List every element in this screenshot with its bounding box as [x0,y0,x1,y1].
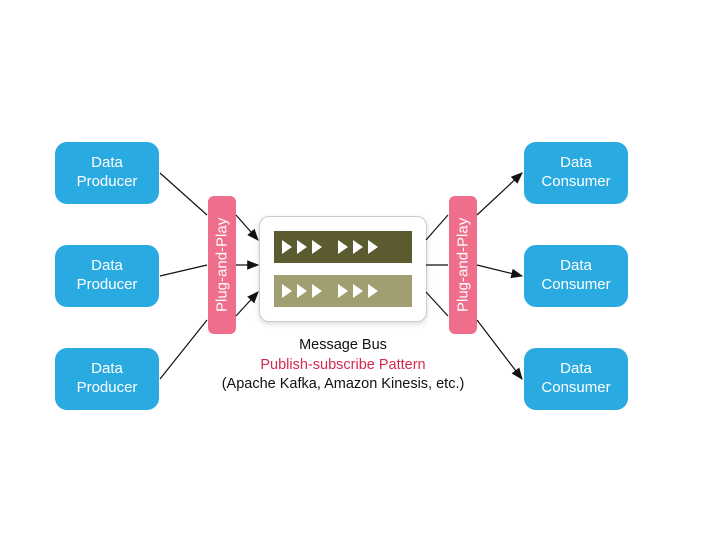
data-consumer-box: Data Consumer [524,245,628,307]
label: Plug-and-Play [455,218,472,312]
label: Data Producer [77,154,138,192]
plug-and-play-left: Plug-and-Play [208,196,236,334]
caption-line1: Message Bus [213,336,473,356]
play-icon [297,284,307,298]
caption-line3: (Apache Kafka, Amazon Kinesis, etc.) [213,375,473,395]
data-producer-box: Data Producer [55,142,159,204]
play-icon [338,240,348,254]
play-icon [297,240,307,254]
plug-and-play-right: Plug-and-Play [449,196,477,334]
data-consumer-box: Data Consumer [524,348,628,410]
play-icon [368,240,378,254]
play-icon [353,284,363,298]
play-icon [338,284,348,298]
message-queue-2 [274,275,412,307]
caption-line2: Publish-subscribe Pattern [213,356,473,376]
label: Plug-and-Play [214,218,231,312]
message-bus [259,216,427,322]
play-icon [353,240,363,254]
label: Data Consumer [541,154,610,192]
label: Data Consumer [541,360,610,398]
play-icon [282,284,292,298]
data-consumer-box: Data Consumer [524,142,628,204]
data-producer-box: Data Producer [55,245,159,307]
play-icon [312,284,322,298]
data-producer-box: Data Producer [55,348,159,410]
label: Data Producer [77,360,138,398]
bus-caption: Message Bus Publish-subscribe Pattern (A… [213,336,473,395]
label: Data Producer [77,257,138,295]
play-icon [282,240,292,254]
play-icon [312,240,322,254]
label: Data Consumer [541,257,610,295]
play-icon [368,284,378,298]
message-queue-1 [274,231,412,263]
